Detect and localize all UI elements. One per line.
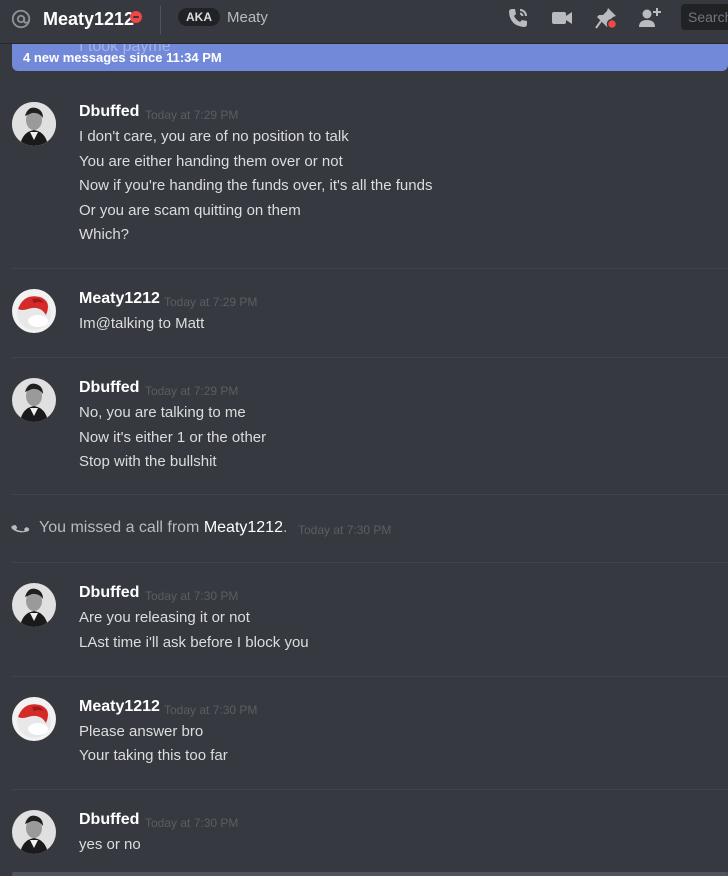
message-divider [12,562,728,563]
avatar[interactable] [12,289,56,333]
message-line: Please answer bro [79,723,204,740]
aka-name: Meaty [227,9,268,26]
meaty-avatar-icon [12,697,56,741]
avatar[interactable] [12,697,56,741]
dbuffed-avatar-icon [12,102,56,146]
message-timestamp: Today at 7:30 PM [145,816,239,830]
header-divider [160,6,161,34]
message-line: No, you are talking to me [79,404,246,421]
aka-badge: AKA [178,8,220,26]
message-line: Or you are scam quitting on them [79,202,301,219]
message-timestamp: Today at 7:29 PM [164,295,258,309]
message-input-edge[interactable] [12,872,728,876]
message-divider [12,789,728,790]
dbuffed-avatar-icon [12,378,56,422]
avatar[interactable] [12,102,56,146]
message-line: Now if you're handing the funds over, it… [79,177,433,194]
missed-call-prefix: You missed a call from [39,519,204,536]
dbuffed-avatar-icon [12,810,56,854]
message-divider [12,494,728,495]
pin-icon[interactable] [594,6,618,30]
call-icon[interactable] [506,6,530,30]
chat-header: Meaty1212 AKA Meaty Search [0,0,728,44]
message-divider [12,268,728,269]
message-line: Which? [79,226,130,243]
message-divider [12,676,728,677]
message-author[interactable]: Meaty1212 [79,290,160,308]
message-timestamp: Today at 7:29 PM [145,108,239,122]
search-input[interactable]: Search [681,4,728,30]
meaty-avatar-icon [12,289,56,333]
add-friend-icon[interactable] [638,6,662,30]
missed-call-suffix: . [282,519,288,536]
missed-call-name[interactable]: Meaty1212 [204,519,283,536]
message-author[interactable]: Dbuffed [79,103,139,121]
message-timestamp: Today at 7:30 PM [145,589,239,603]
new-messages-bar[interactable]: I took payme 4 new messages since 11:34 … [12,44,728,71]
message-line: LAst time i'll ask before I block you [79,634,309,651]
message-line: Are you releasing it or not [79,609,250,626]
message-line: You are either handing them over or not [79,153,343,170]
channel-title: Meaty1212 [43,9,135,29]
missed-call-icon [11,525,30,533]
message-line: Now it's either 1 or the other [79,429,267,446]
message-line: Im@talking to Matt [79,315,205,332]
message-author[interactable]: Meaty1212 [79,698,160,716]
message-divider [12,357,728,358]
avatar[interactable] [12,810,56,854]
video-icon[interactable] [550,6,574,30]
new-messages-label: 4 new messages since 11:34 PM [23,50,222,65]
at-icon [11,9,31,29]
message-line: Stop with the bullshit [79,453,217,470]
message-author[interactable]: Dbuffed [79,811,139,829]
avatar[interactable] [12,583,56,627]
avatar[interactable] [12,378,56,422]
message-line: yes or no [79,836,141,853]
missed-call-timestamp: Today at 7:30 PM [298,523,392,537]
search-placeholder: Search [688,9,728,25]
message-timestamp: Today at 7:30 PM [164,703,258,717]
message-author[interactable]: Dbuffed [79,584,139,602]
missed-call-text: You missed a call from Meaty1212. [39,519,287,537]
message-author[interactable]: Dbuffed [79,379,139,397]
dbuffed-avatar-icon [12,583,56,627]
message-line: Your taking this too far [79,747,228,764]
dnd-status-icon [130,11,142,23]
message-timestamp: Today at 7:29 PM [145,384,239,398]
message-line: I don't care, you are of no position to … [79,128,349,145]
